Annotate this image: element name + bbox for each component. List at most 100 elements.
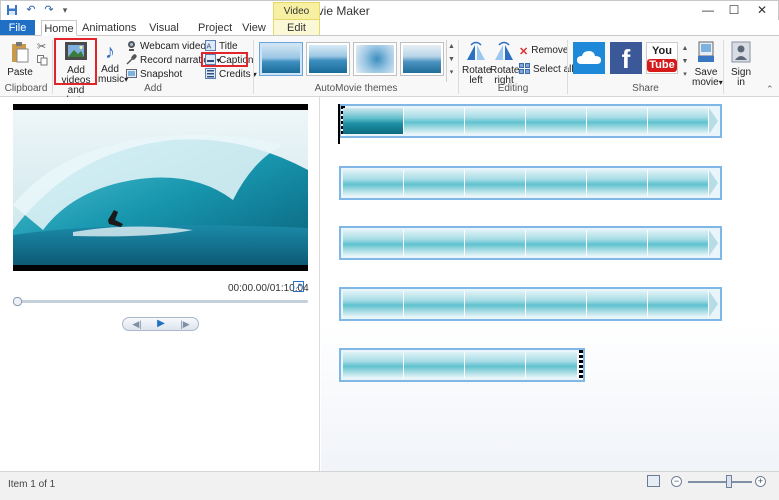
highlight-add-videos [54, 38, 97, 85]
ribbon-collapse-icon[interactable]: ⌃ [766, 84, 774, 95]
webcam-video-button[interactable]: Webcam video [126, 40, 206, 53]
status-bar [0, 471, 779, 500]
save-icon[interactable] [6, 4, 18, 17]
clip-frame [526, 108, 587, 134]
play-button[interactable]: ▶ [151, 318, 171, 330]
save-movie-button[interactable]: Save movie▾ [692, 41, 723, 88]
status-item-count: Item 1 of 1 [8, 479, 56, 490]
maximize-button[interactable]: ☐ [721, 2, 747, 19]
music-note-icon: ♪ [105, 41, 115, 63]
group-separator [723, 40, 724, 94]
undo-icon[interactable]: ↶ [25, 4, 37, 17]
svg-text:A: A [207, 44, 212, 51]
clip-strip[interactable] [339, 166, 722, 200]
clip-strip[interactable] [339, 104, 722, 138]
tab-project[interactable]: Project [198, 20, 232, 36]
automovie-theme[interactable] [353, 42, 397, 76]
themes-gallery-scroll[interactable]: ▲ ▼ ▾ [446, 40, 456, 82]
clip-strip[interactable] [339, 226, 722, 260]
clip-frame [587, 230, 648, 256]
rotate-left-icon [462, 41, 490, 64]
aspect-ratio-icon[interactable] [647, 475, 660, 487]
zoom-in-button[interactable]: + [755, 476, 766, 487]
share-gallery-scroll[interactable]: ▲ ▼ ▾ [681, 42, 689, 82]
automovie-theme[interactable] [400, 42, 444, 76]
clip-frame [465, 352, 526, 378]
remove-button[interactable]: ✕ Remove [519, 44, 569, 58]
clip-frame [587, 170, 648, 196]
automovie-theme[interactable] [306, 42, 350, 76]
zoom-slider-thumb[interactable] [726, 475, 732, 488]
next-frame-button[interactable]: |▶ [175, 318, 195, 330]
group-label-automovie-themes: AutoMovie themes [314, 83, 398, 94]
clip-strip[interactable] [339, 287, 722, 321]
cut-icon[interactable]: ✂ [37, 40, 46, 53]
zoom-out-button[interactable]: − [671, 476, 682, 487]
add-music-button[interactable]: ♪ Add music▾ [98, 41, 128, 85]
video-tools-context-label: Video Tools [273, 2, 320, 34]
youtube-logo-tube: Tube [647, 59, 677, 72]
clip-frame [648, 291, 709, 317]
minimize-button[interactable]: — [695, 2, 721, 19]
close-button[interactable]: ✕ [749, 2, 775, 19]
storyboard [321, 97, 779, 471]
clip-frame [343, 291, 404, 317]
rotate-left-button[interactable]: Rotate left [462, 41, 491, 86]
group-label-add: Add [144, 83, 162, 94]
copy-icon[interactable] [37, 55, 48, 69]
clip-frame [404, 230, 465, 256]
tab-animations[interactable]: Animations [82, 20, 136, 36]
clip-frame [648, 170, 709, 196]
cloud-icon [577, 51, 601, 64]
tab-view[interactable]: View [239, 20, 269, 36]
onedrive-button[interactable] [573, 42, 605, 74]
facebook-button[interactable]: f [610, 42, 642, 74]
clip-frame [343, 170, 404, 196]
select-all-button[interactable]: Select all [519, 63, 574, 76]
previous-frame-button[interactable]: ◀| [127, 318, 147, 330]
automovie-theme[interactable] [259, 42, 303, 76]
title-bar: ↶ ↷ ▾ Movie Maker — ☐ ✕ [0, 0, 779, 20]
clip-strip[interactable] [339, 348, 585, 382]
highlight-caption [201, 52, 248, 67]
facebook-icon: f [621, 44, 631, 74]
seek-bar[interactable] [14, 300, 308, 303]
youtube-logo-you: You [652, 45, 672, 57]
clip-end-marker [579, 350, 583, 380]
zoom-slider[interactable] [688, 481, 752, 483]
clip-frame [404, 108, 465, 134]
video-preview[interactable] [13, 104, 308, 271]
tab-home[interactable]: Home [41, 20, 77, 36]
youtube-button[interactable]: You Tube [646, 42, 678, 74]
tab-visual-effects[interactable]: Visual Effects [138, 20, 190, 50]
seek-thumb[interactable] [13, 297, 22, 306]
redo-icon[interactable]: ↷ [43, 4, 55, 17]
remove-x-icon: ✕ [519, 46, 529, 58]
sign-in-button[interactable]: Sign in [728, 41, 754, 88]
dropdown-icon[interactable]: ▾ [59, 4, 71, 17]
rotate-right-button[interactable]: Rotate right [490, 41, 519, 86]
playhead[interactable] [338, 104, 340, 144]
remove-label: Remove [531, 45, 569, 56]
clip-frame [343, 230, 404, 256]
popout-icon[interactable]: ↗ [293, 281, 304, 292]
tab-edit[interactable]: Edit [273, 20, 320, 36]
snapshot-button[interactable]: Snapshot [126, 68, 182, 81]
group-label-editing: Editing [497, 83, 529, 94]
title-icon: A [205, 40, 216, 51]
paste-button[interactable]: Paste [6, 41, 34, 78]
save-movie-icon [692, 41, 720, 66]
strip-continue-arrow [709, 170, 718, 196]
clip-frame [343, 108, 404, 134]
credits-label: Credits [219, 69, 251, 80]
credits-button[interactable]: Credits ▾ [205, 68, 257, 81]
clip-frame [526, 352, 578, 378]
microphone-icon [126, 54, 137, 65]
tab-file[interactable]: File [0, 20, 35, 36]
clip-frame [465, 170, 526, 196]
user-icon [728, 41, 754, 66]
rotate-right-icon [490, 41, 518, 64]
wave-preview-image [13, 110, 308, 265]
clip-frame [404, 291, 465, 317]
webcam-video-label: Webcam video [140, 41, 206, 52]
